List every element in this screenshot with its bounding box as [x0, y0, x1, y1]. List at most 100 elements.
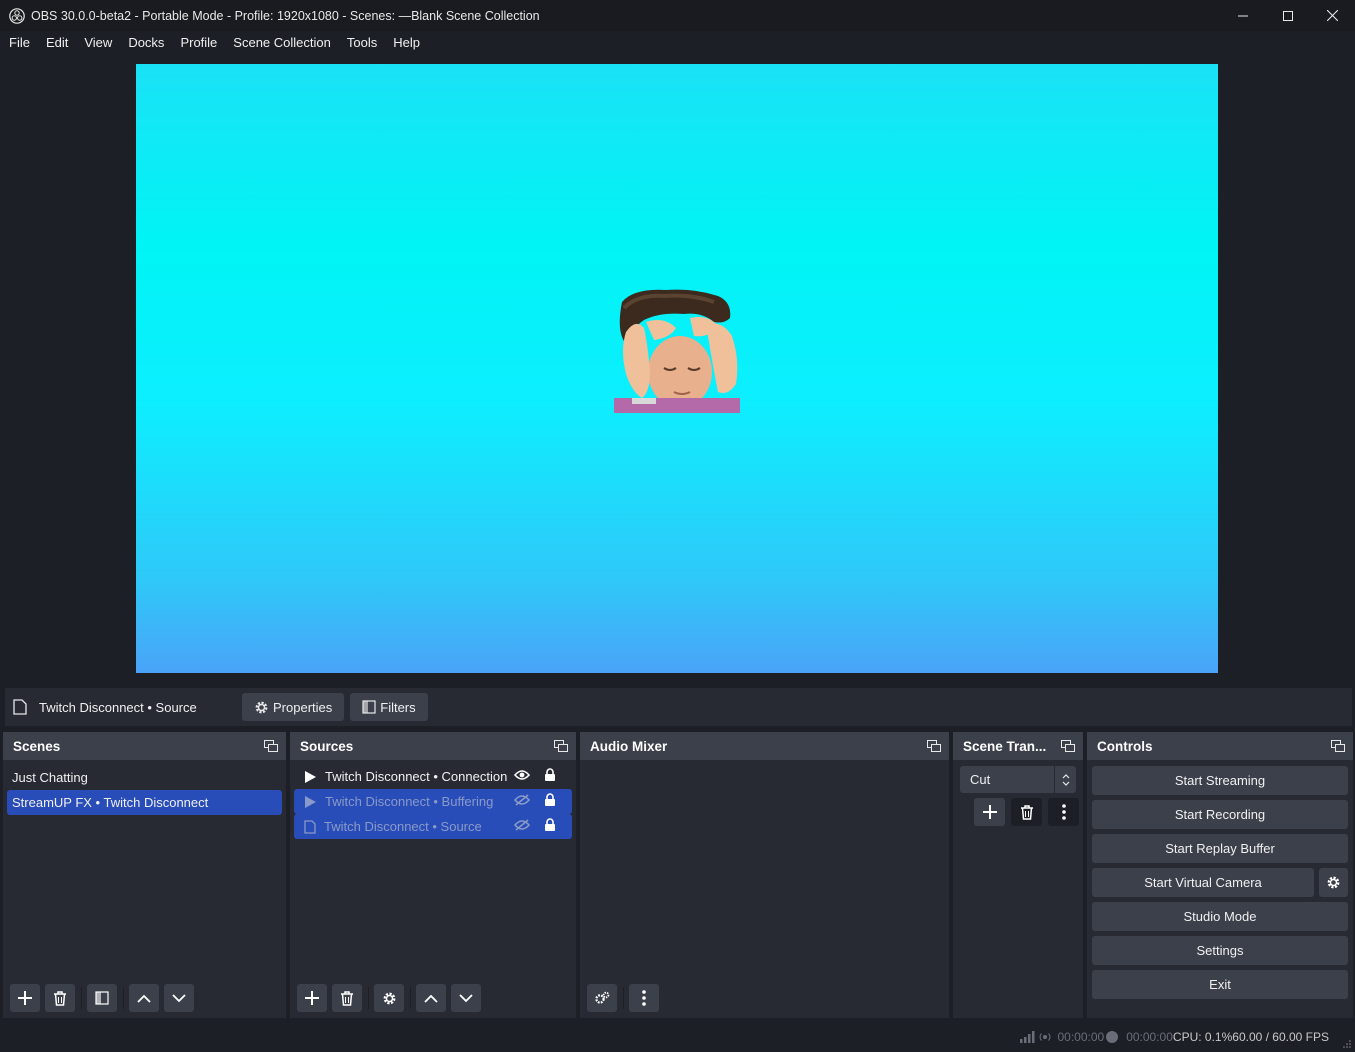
transition-select-value: Cut [970, 772, 991, 787]
chevron-down-icon [172, 993, 186, 1002]
plus-icon [982, 805, 997, 819]
scene-transitions-dock: Scene Tran... Cut [953, 732, 1083, 1018]
scenes-dock: Scenes Just Chatting StreamUP FX • Twitc… [3, 732, 286, 1018]
separator [81, 987, 82, 1009]
menu-bar: File Edit View Docks Profile Scene Colle… [0, 31, 1355, 55]
play-icon [305, 795, 316, 808]
remove-transition-button[interactable] [1011, 798, 1042, 826]
eye-hidden-icon[interactable] [514, 819, 530, 831]
source-item-label: Twitch Disconnect • Buffering [325, 794, 494, 809]
audio-mixer-dock: Audio Mixer [580, 732, 949, 1018]
scene-item-label: StreamUP FX • Twitch Disconnect [12, 795, 209, 810]
start-streaming-button[interactable]: Start Streaming [1092, 766, 1348, 795]
start-virtual-camera-button[interactable]: Start Virtual Camera [1092, 868, 1314, 897]
status-bar: 00:00:00 00:00:00 CPU: 0.1% 60.00 / 60.0… [0, 1022, 1355, 1052]
exit-button[interactable]: Exit [1092, 970, 1348, 999]
menu-docks[interactable]: Docks [120, 31, 172, 55]
emote-image [614, 289, 740, 413]
menu-view[interactable]: View [76, 31, 120, 55]
maximize-icon [1282, 10, 1293, 21]
stream-time: 00:00:00 [1057, 1030, 1105, 1044]
undock-icon[interactable] [1061, 740, 1075, 752]
lock-icon[interactable] [544, 768, 556, 782]
filters-button[interactable]: Filters [350, 693, 428, 721]
streaming-icon [1040, 1033, 1051, 1041]
preview-area [1, 56, 1354, 686]
eye-icon[interactable] [514, 769, 530, 781]
gears-icon [595, 991, 610, 1004]
eye-hidden-icon[interactable] [514, 794, 530, 806]
chevron-up-icon [424, 994, 438, 1003]
start-replay-buffer-button[interactable]: Start Replay Buffer [1092, 834, 1348, 863]
virtual-camera-config-button[interactable] [1319, 868, 1348, 897]
trash-icon [341, 990, 353, 1006]
properties-button[interactable]: Properties [242, 693, 345, 721]
lock-icon[interactable] [544, 818, 556, 832]
move-source-up-button[interactable] [416, 984, 446, 1012]
cpu-usage: CPU: 0.1% [1172, 1030, 1233, 1044]
resize-grip-icon[interactable] [1343, 1040, 1351, 1048]
remove-scene-button[interactable] [45, 984, 75, 1012]
file-icon [304, 819, 316, 834]
scene-item[interactable]: Just Chatting [3, 765, 286, 790]
selected-source-name: Twitch Disconnect • Source [39, 699, 197, 715]
menu-edit[interactable]: Edit [38, 31, 76, 55]
lock-icon[interactable] [544, 793, 556, 807]
kebab-menu-icon [1061, 804, 1066, 820]
minimize-icon [1237, 15, 1248, 16]
menu-scene-collection[interactable]: Scene Collection [225, 31, 339, 55]
separator [623, 987, 624, 1009]
studio-mode-button[interactable]: Studio Mode [1092, 902, 1348, 931]
move-scene-up-button[interactable] [129, 984, 159, 1012]
source-properties-button[interactable] [374, 984, 404, 1012]
add-transition-button[interactable] [974, 798, 1005, 826]
source-item[interactable]: Twitch Disconnect • Buffering [294, 789, 572, 814]
scene-item-label: Just Chatting [12, 770, 88, 785]
source-item[interactable]: Twitch Disconnect • Connection L [294, 764, 572, 789]
close-button[interactable] [1310, 0, 1355, 31]
up-down-arrows-icon [1062, 773, 1069, 786]
properties-label: Properties [273, 699, 333, 715]
settings-button[interactable]: Settings [1092, 936, 1348, 965]
transition-properties-button[interactable] [1048, 798, 1079, 826]
scene-filters-button[interactable] [87, 984, 117, 1012]
minimize-button[interactable] [1220, 0, 1265, 31]
add-source-button[interactable] [297, 984, 327, 1012]
menu-help[interactable]: Help [385, 31, 428, 55]
undock-icon[interactable] [264, 740, 278, 752]
obs-logo-icon [9, 7, 25, 24]
menu-tools[interactable]: Tools [339, 31, 385, 55]
chevron-up-icon [137, 994, 151, 1003]
undock-icon[interactable] [1331, 740, 1345, 752]
undock-icon[interactable] [554, 740, 568, 752]
transition-select[interactable]: Cut [960, 766, 1076, 793]
window-title: OBS 30.0.0-beta2 - Portable Mode - Profi… [31, 8, 540, 23]
trash-icon [54, 990, 66, 1006]
preview-canvas[interactable] [136, 64, 1218, 673]
menu-profile[interactable]: Profile [172, 31, 225, 55]
controls-title: Controls [1097, 738, 1153, 754]
audio-mixer-menu-button[interactable] [629, 984, 659, 1012]
trash-icon [1020, 804, 1033, 820]
move-source-down-button[interactable] [451, 984, 481, 1012]
scenes-dock-header: Scenes [3, 732, 286, 760]
record-icon [1106, 1031, 1119, 1043]
scene-item[interactable]: StreamUP FX • Twitch Disconnect [7, 790, 282, 815]
chevron-down-icon [459, 993, 473, 1002]
maximize-button[interactable] [1265, 0, 1310, 31]
menu-file[interactable]: File [1, 31, 38, 55]
plus-icon [305, 991, 319, 1005]
source-item[interactable]: Twitch Disconnect • Source [294, 814, 572, 839]
add-scene-button[interactable] [10, 984, 40, 1012]
sources-title: Sources [300, 738, 354, 754]
source-item-label: Twitch Disconnect • Connection L [325, 769, 509, 784]
filter-icon [362, 700, 376, 714]
separator [123, 987, 124, 1009]
scene-transitions-dock-header: Scene Tran... [953, 732, 1083, 760]
undock-icon[interactable] [927, 740, 941, 752]
move-scene-down-button[interactable] [164, 984, 194, 1012]
advanced-audio-properties-button[interactable] [587, 984, 617, 1012]
gear-icon [255, 701, 268, 713]
remove-source-button[interactable] [332, 984, 362, 1012]
start-recording-button[interactable]: Start Recording [1092, 800, 1348, 829]
